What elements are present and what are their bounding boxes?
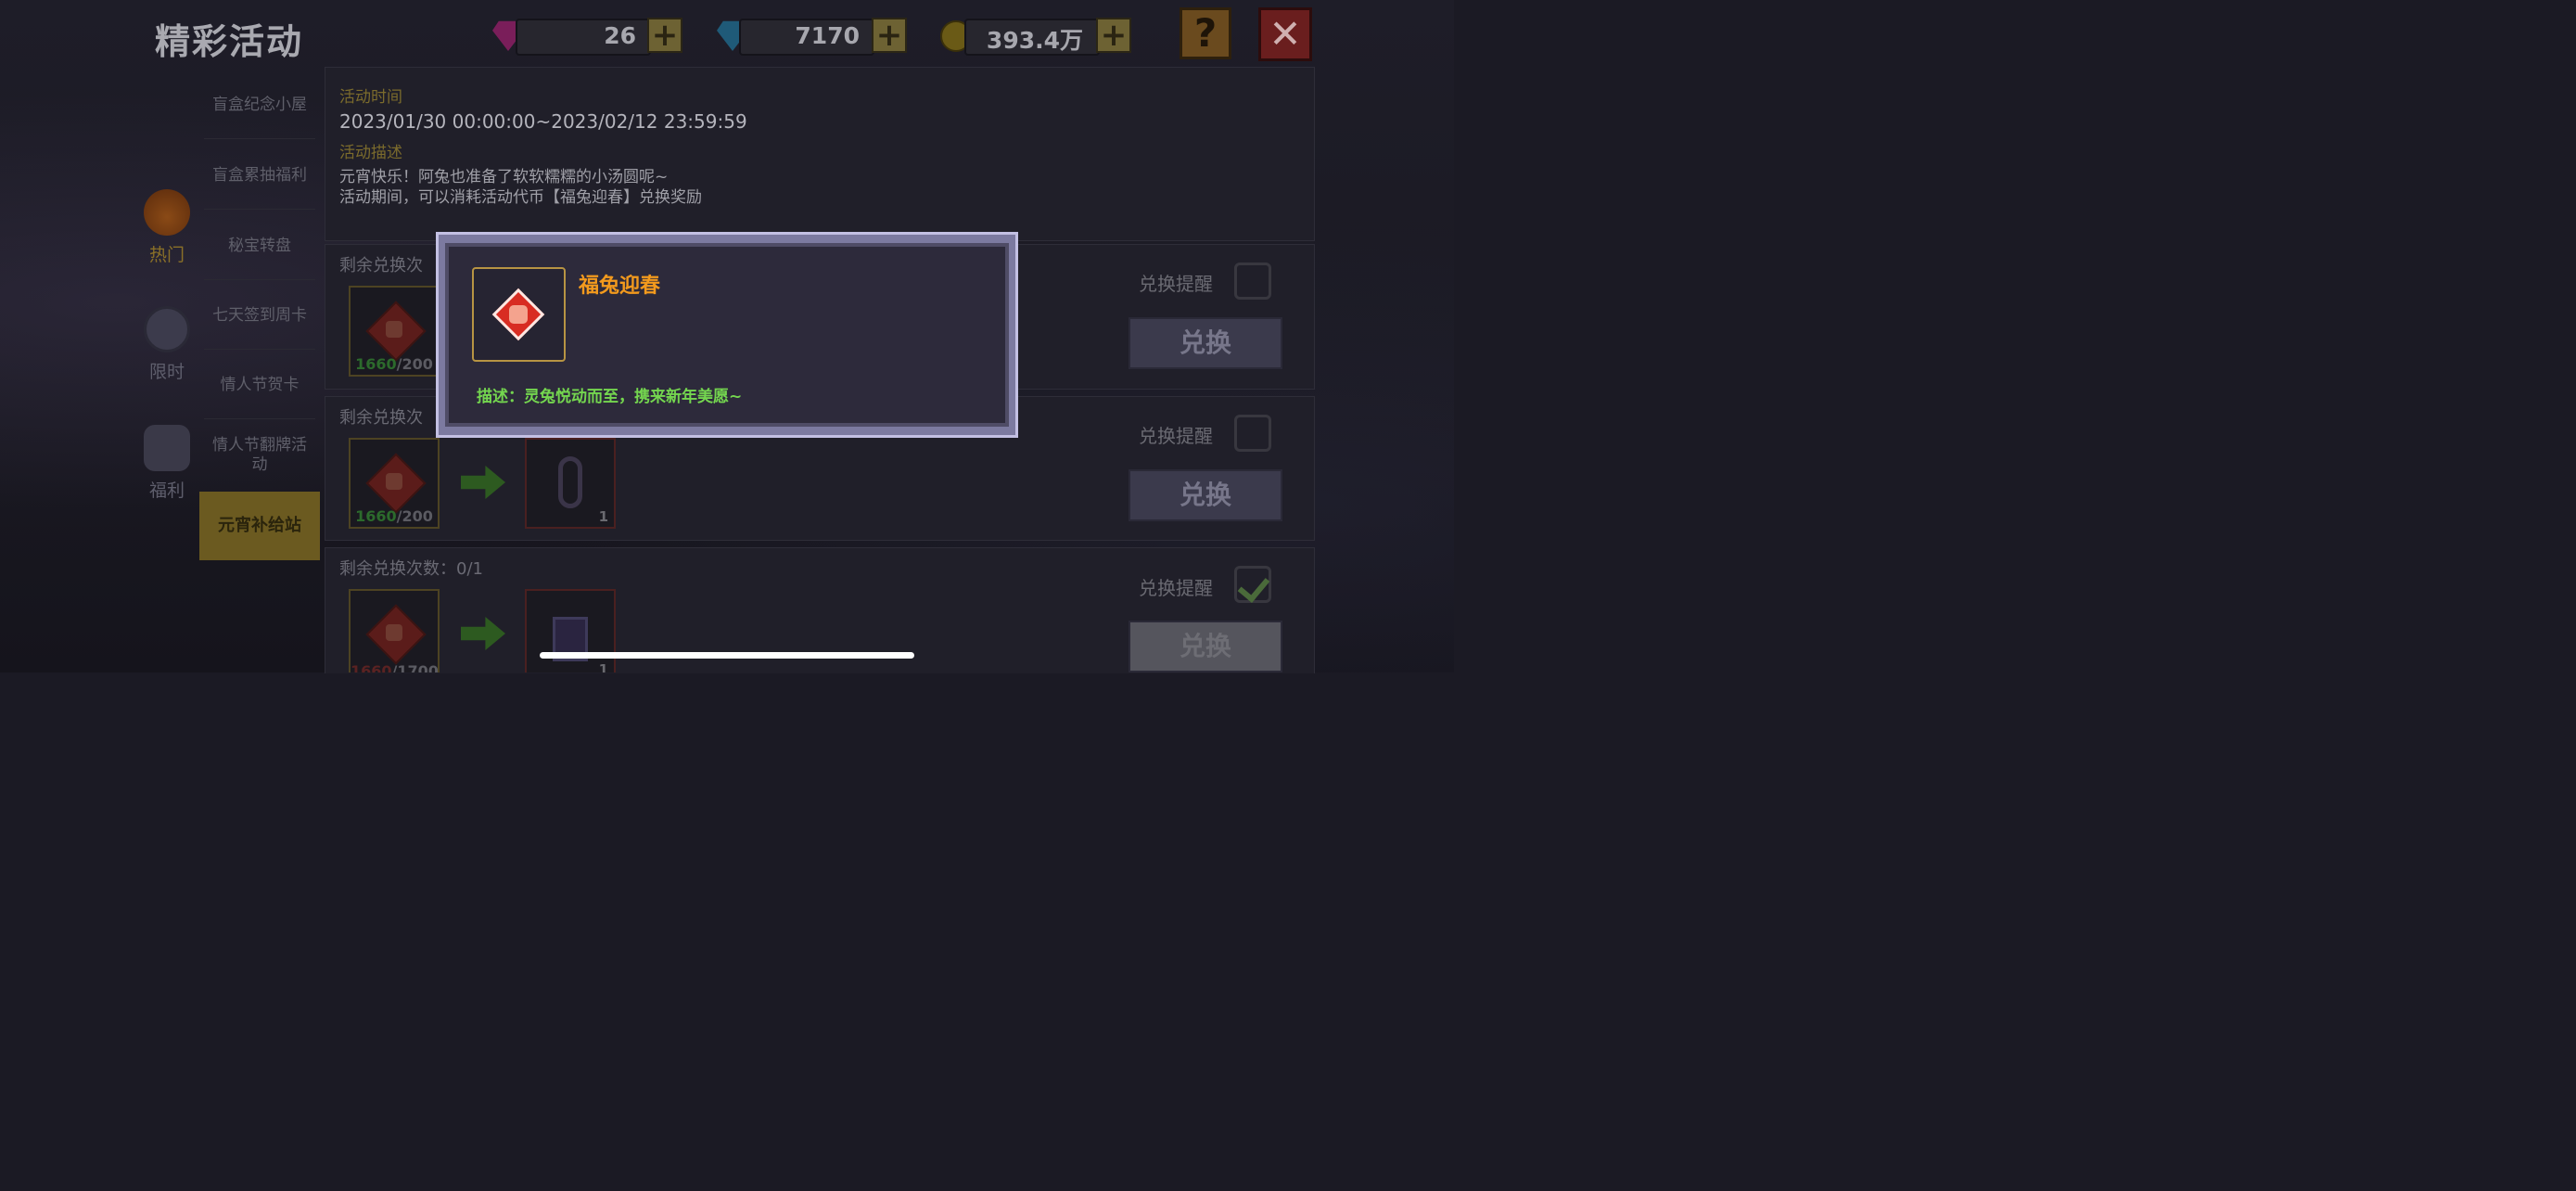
token-required: /200 [396, 507, 433, 525]
menu-item-treasure-wheel[interactable]: 秘宝转盘 [199, 237, 320, 256]
rabbit-token-face [386, 321, 402, 338]
add-gems-button[interactable]: + [647, 18, 682, 53]
activity-time-value: 2023/01/30 00:00:00~2023/02/12 23:59:59 [339, 110, 747, 133]
token-count: 1660/200 [351, 355, 438, 373]
activity-info-panel [325, 67, 1315, 241]
reward-item-slot[interactable]: 1 [525, 438, 616, 529]
token-owned: 1660 [351, 662, 392, 672]
exchange-reminder-checkbox[interactable] [1234, 415, 1271, 452]
tab-limited[interactable]: 限时 [142, 306, 192, 383]
chain-item-icon [558, 456, 582, 508]
menu-item-blindbox-bonus[interactable]: 盲盒累抽福利 [199, 166, 320, 186]
resource-value-gold: 393.4万 [986, 27, 1083, 54]
fire-icon [144, 189, 190, 236]
activity-time-label: 活动时间 [339, 88, 402, 107]
reward-count: 1 [598, 508, 608, 525]
rabbit-token-face [386, 473, 402, 490]
home-indicator[interactable] [540, 652, 914, 659]
cost-item-slot[interactable]: 1660/200 [349, 286, 440, 377]
menu-divider [204, 138, 315, 139]
exchange-reminder-checkbox[interactable] [1234, 566, 1271, 603]
tab-limited-label: 限时 [148, 362, 185, 382]
activity-desc-line2: 活动期间，可以消耗活动代币【福兔迎春】兑换奖励 [339, 188, 702, 207]
menu-item-seven-day-card[interactable]: 七天签到周卡 [199, 306, 320, 326]
popup-item-name: 福兔迎春 [579, 275, 661, 298]
token-owned: 1660 [355, 507, 397, 525]
add-diamonds-button[interactable]: + [872, 18, 907, 53]
popup-item-description: 描述：灵兔悦动而至，携来新年美愿~ [477, 388, 743, 406]
menu-item-lantern-supply[interactable]: 元宵补给站 [199, 492, 320, 560]
remaining-exchanges: 剩余兑换次 [339, 408, 423, 428]
cost-item-slot[interactable]: 1660/200 [349, 438, 440, 529]
add-gold-button[interactable]: + [1096, 18, 1131, 53]
resource-value-gems: 26 [604, 22, 636, 49]
resource-value-diamonds: 7170 [795, 22, 860, 49]
token-count: 1660/1700 [351, 662, 438, 672]
activity-desc-label: 活动描述 [339, 144, 402, 162]
remaining-exchanges: 剩余兑换次数：0/1 [339, 559, 483, 579]
tab-welfare-label: 福利 [148, 480, 185, 501]
close-button[interactable]: ✕ [1258, 7, 1312, 61]
exchange-reminder-label: 兑换提醒 [1139, 425, 1213, 447]
checkmark-icon [1237, 570, 1270, 603]
menu-divider [204, 279, 315, 280]
exchange-reminder-label: 兑换提醒 [1139, 577, 1213, 599]
remaining-exchanges: 剩余兑换次 [339, 256, 423, 275]
menu-divider [204, 418, 315, 419]
cost-item-slot[interactable]: 1660/1700 [349, 589, 440, 672]
tab-welfare[interactable]: 福利 [142, 425, 192, 502]
exchange-reminder-label: 兑换提醒 [1139, 273, 1213, 295]
exchange-button[interactable]: 兑换 [1129, 469, 1282, 521]
page-title: 精彩活动 [155, 21, 304, 62]
exchange-button-disabled[interactable]: 兑换 [1129, 621, 1282, 672]
help-button[interactable]: ? [1180, 7, 1231, 59]
exchange-button[interactable]: 兑换 [1129, 317, 1282, 369]
menu-item-valentine-card[interactable]: 情人节贺卡 [199, 376, 320, 395]
reward-item-slot[interactable]: 1 [525, 589, 616, 672]
rabbit-face-icon [509, 305, 528, 324]
gift-bag-icon [144, 425, 190, 471]
menu-divider [204, 209, 315, 210]
menu-item-blindbox-house[interactable]: 盲盒纪念小屋 [199, 96, 320, 115]
clock-icon [144, 306, 190, 352]
tab-hot[interactable]: 热门 [142, 189, 192, 266]
rabbit-token-face [386, 624, 402, 641]
exchange-reminder-checkbox[interactable] [1234, 263, 1271, 300]
token-owned: 1660 [355, 355, 397, 373]
token-count: 1660/200 [351, 507, 438, 525]
menu-item-valentine-flip[interactable]: 情人节翻牌活动 [199, 436, 320, 475]
token-required: /1700 [391, 662, 439, 672]
tab-hot-label: 热门 [148, 245, 185, 265]
token-required: /200 [396, 355, 433, 373]
reward-count: 1 [598, 661, 608, 672]
menu-divider [204, 349, 315, 350]
